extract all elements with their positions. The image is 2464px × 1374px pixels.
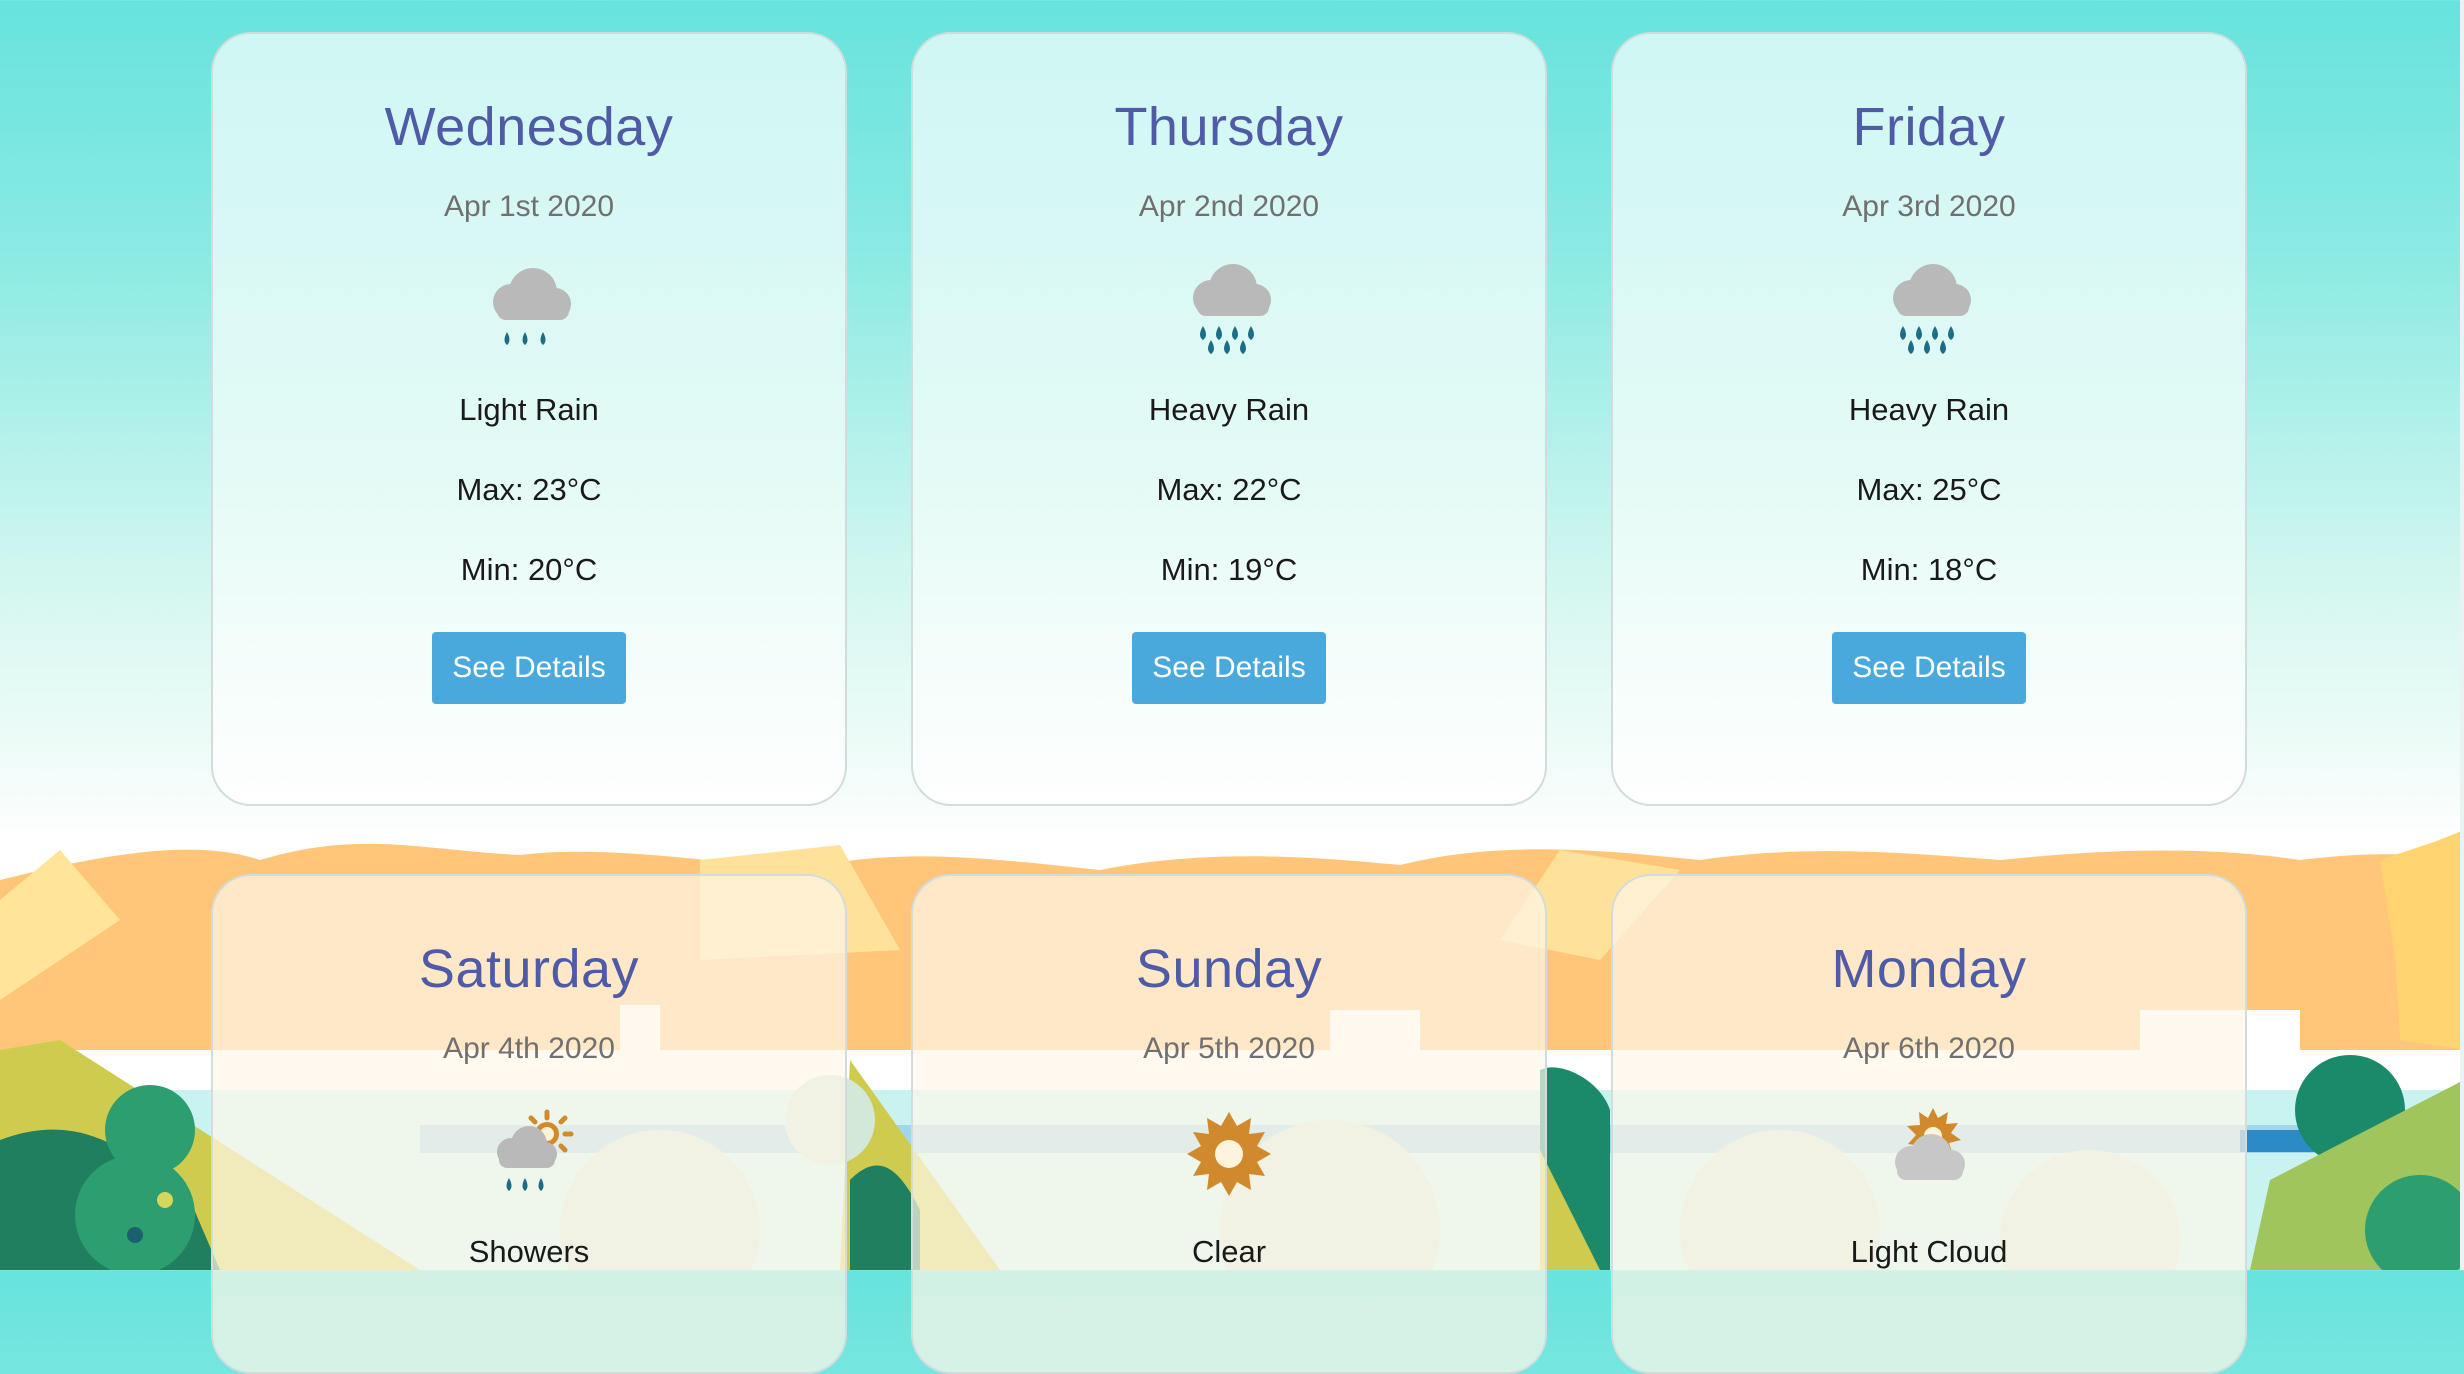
day-title: Friday bbox=[1852, 97, 2006, 157]
light-rain-icon bbox=[469, 262, 589, 372]
clear-sun-icon bbox=[1169, 1104, 1289, 1214]
min-temp: Min: 18°C bbox=[1860, 552, 1998, 587]
condition-label: Heavy Rain bbox=[1848, 392, 2010, 427]
forecast-card-friday: Friday Apr 3rd 2020 Heavy Rain Max: 25°C… bbox=[1611, 32, 2247, 806]
heavy-rain-icon bbox=[1169, 262, 1289, 372]
max-temp: Max: 25°C bbox=[1856, 472, 2002, 507]
condition-label: Showers bbox=[468, 1234, 590, 1269]
day-title: Sunday bbox=[1135, 939, 1323, 999]
max-temp: Max: 23°C bbox=[456, 472, 602, 507]
window-edge bbox=[2460, 0, 2464, 1270]
showers-icon bbox=[469, 1104, 589, 1214]
date-label: Apr 1st 2020 bbox=[443, 190, 615, 223]
max-temp: Max: 22°C bbox=[1156, 472, 1302, 507]
day-title: Saturday bbox=[418, 939, 640, 999]
condition-label: Light Rain bbox=[459, 392, 599, 427]
condition-label: Clear bbox=[1191, 1234, 1267, 1269]
day-title: Thursday bbox=[1114, 97, 1344, 157]
min-temp: Min: 20°C bbox=[460, 552, 598, 587]
date-label: Apr 2nd 2020 bbox=[1138, 190, 1320, 223]
min-temp: Min: 19°C bbox=[1160, 552, 1298, 587]
forecast-card-sunday: Sunday Apr 5th 2020 Clear bbox=[911, 874, 1547, 1374]
heavy-rain-icon bbox=[1869, 262, 1989, 372]
date-label: Apr 5th 2020 bbox=[1143, 1032, 1315, 1065]
see-details-button[interactable]: See Details bbox=[1132, 632, 1326, 704]
condition-label: Light Cloud bbox=[1850, 1234, 2008, 1269]
condition-label: Heavy Rain bbox=[1148, 392, 1310, 427]
day-title: Wednesday bbox=[384, 97, 674, 157]
see-details-button[interactable]: See Details bbox=[1832, 632, 2026, 704]
see-details-button[interactable]: See Details bbox=[432, 632, 626, 704]
forecast-card-thursday: Thursday Apr 2nd 2020 Heavy Rain Max: 22… bbox=[911, 32, 1547, 806]
day-title: Monday bbox=[1831, 939, 2027, 999]
date-label: Apr 3rd 2020 bbox=[1842, 190, 2016, 223]
forecast-card-monday: Monday Apr 6th 2020 Light Cloud bbox=[1611, 874, 2247, 1374]
light-cloud-icon bbox=[1869, 1104, 1989, 1214]
forecast-card-saturday: Saturday Apr 4th 2020 Showers bbox=[211, 874, 847, 1374]
date-label: Apr 4th 2020 bbox=[443, 1032, 615, 1065]
forecast-card-wednesday: Wednesday Apr 1st 2020 Light Rain Max: 2… bbox=[211, 32, 847, 806]
date-label: Apr 6th 2020 bbox=[1843, 1032, 2015, 1065]
